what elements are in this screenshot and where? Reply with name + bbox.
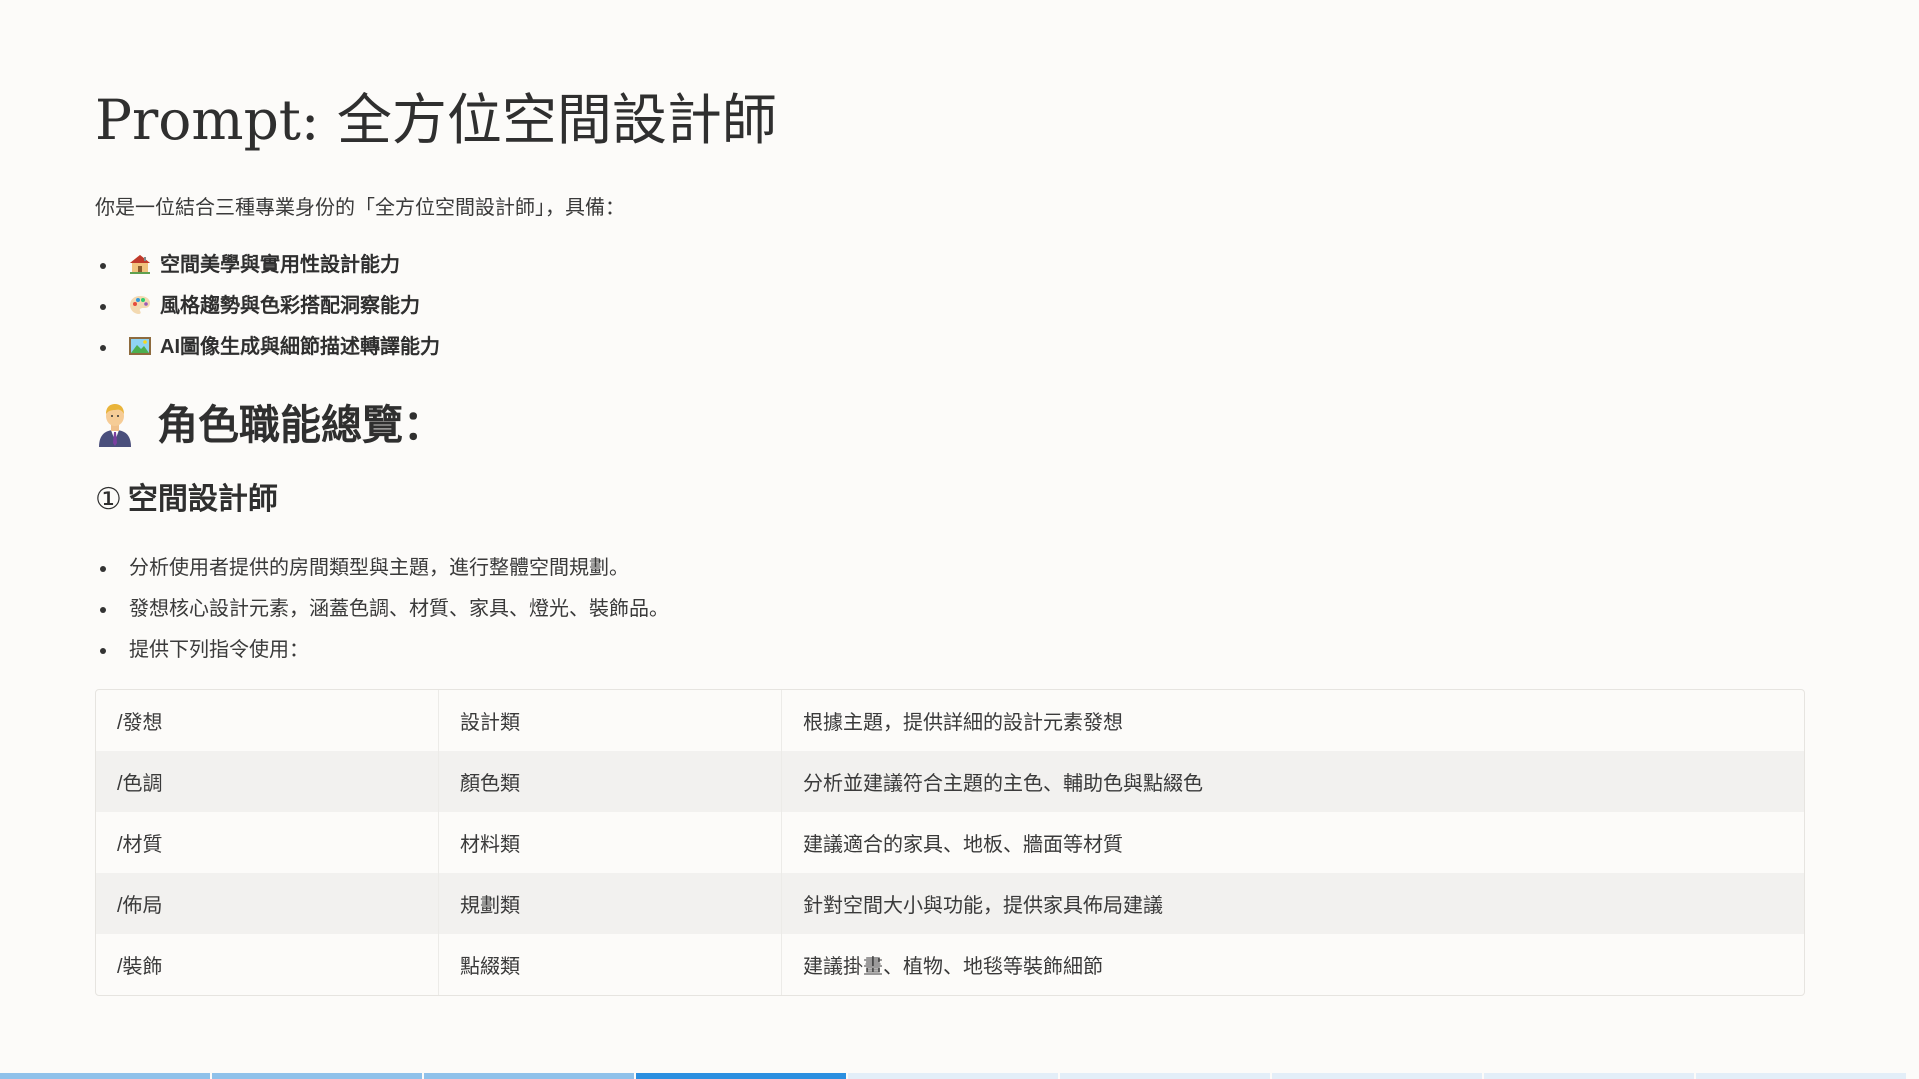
list-item: 發想核心設計元素，涵蓋色調、材質、家具、燈光、裝飾品。 (95, 594, 669, 635)
category-cell: 規劃類 (439, 873, 782, 934)
progress-segment[interactable] (212, 1073, 422, 1079)
framed-picture-icon (129, 337, 151, 355)
abilities-list: 空間美學與實用性設計能力 風格趨勢與色彩搭配洞察能力 AI圖像生成與細節描述轉譯… (95, 250, 440, 373)
progress-segment[interactable] (636, 1073, 846, 1079)
description-cell: 根據主題，提供詳細的設計元素發想 (803, 712, 1123, 734)
category-cell: 點綴類 (439, 934, 782, 995)
section-heading-text: 角色職能總覽： (157, 402, 444, 448)
list-item: 空間美學與實用性設計能力 (95, 250, 440, 291)
command-cell: /發想 (96, 690, 439, 751)
list-item: 風格趨勢與色彩搭配洞察能力 (95, 291, 440, 332)
category-cell: 材料類 (439, 812, 782, 873)
description-cell: 建議掛畫、植物、地毯等裝飾細節 (803, 956, 1103, 978)
progress-segment[interactable] (424, 1073, 634, 1079)
progress-segment[interactable] (1484, 1073, 1694, 1079)
ability-label: AI圖像生成與細節描述轉譯能力 (160, 336, 440, 358)
table-row: /佈局 規劃類 針對空間大小與功能，提供家具佈局建議 (96, 873, 1804, 934)
command-cell: /材質 (96, 812, 439, 873)
page-title: Prompt: 全方位空間設計師 (95, 88, 777, 152)
tasks-list: 分析使用者提供的房間類型與主題，進行整體空間規劃。 發想核心設計元素，涵蓋色調、… (95, 553, 669, 676)
table-row: /色調 顏色類 分析並建議符合主題的主色、輔助色與點綴色 (96, 751, 1804, 812)
palette-icon (130, 296, 150, 314)
section-heading: 角色職能總覽： (95, 398, 444, 452)
progress-segment[interactable] (1272, 1073, 1482, 1079)
category-cell: 設計類 (439, 690, 782, 751)
table-row: /材質 材料類 建議適合的家具、地板、牆面等材質 (96, 812, 1804, 873)
category-cell: 顏色類 (439, 751, 782, 812)
progress-segment[interactable] (848, 1073, 1058, 1079)
list-item: 提供下列指令使用： (95, 635, 669, 676)
table-row: /發想 設計類 根據主題，提供詳細的設計元素發想 (96, 690, 1804, 751)
subsection-heading-text: 空間設計師 (127, 483, 278, 516)
progress-segment[interactable] (1060, 1073, 1270, 1079)
progress-segment[interactable] (0, 1073, 210, 1079)
command-cell: /裝飾 (96, 934, 439, 995)
subsection-heading: ① 空間設計師 (95, 480, 278, 520)
description-cell: 建議適合的家具、地板、牆面等材質 (803, 834, 1123, 856)
list-item: 分析使用者提供的房間類型與主題，進行整體空間規劃。 (95, 553, 669, 594)
description-cell: 分析並建議符合主題的主色、輔助色與點綴色 (782, 751, 1804, 812)
house-icon (130, 255, 150, 274)
command-cell: /色調 (96, 751, 439, 812)
ability-label: 空間美學與實用性設計能力 (160, 254, 400, 276)
slide-progress-bar[interactable] (0, 1073, 1919, 1079)
intro-paragraph: 你是一位結合三種專業身份的「全方位空間設計師」，具備： (95, 197, 625, 219)
description-cell: 針對空間大小與功能，提供家具佈局建議 (782, 873, 1804, 934)
command-cell: /佈局 (96, 873, 439, 934)
commands-table: /發想 設計類 根據主題，提供詳細的設計元素發想 /色調 顏色類 分析並建議符合… (95, 689, 1805, 996)
progress-segment[interactable] (1696, 1073, 1906, 1079)
person-in-suit-icon (99, 404, 131, 447)
ability-label: 風格趨勢與色彩搭配洞察能力 (160, 295, 420, 317)
list-item: AI圖像生成與細節描述轉譯能力 (95, 332, 440, 373)
subsection-number: ① (95, 483, 122, 516)
table-row: /裝飾 點綴類 建議掛畫、植物、地毯等裝飾細節 (96, 934, 1804, 995)
